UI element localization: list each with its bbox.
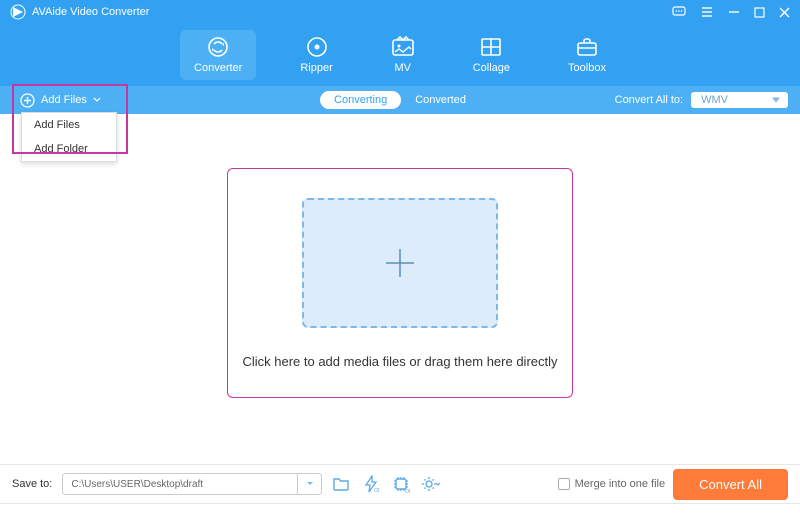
maximize-icon[interactable] — [754, 7, 765, 18]
add-files-dropdown: Add Files Add Folder — [21, 112, 117, 162]
svg-text:ON: ON — [374, 488, 379, 493]
converter-icon — [206, 36, 230, 58]
sub-bar: Add Files Converting Converted Convert A… — [0, 86, 800, 114]
nav-toolbox[interactable]: Toolbox — [554, 30, 620, 80]
title-bar: AVAide Video Converter — [0, 0, 800, 24]
add-files-label: Add Files — [41, 94, 87, 106]
nav-converter[interactable]: Converter — [180, 30, 256, 80]
tab-converting[interactable]: Converting — [320, 91, 401, 109]
menu-icon[interactable] — [700, 6, 714, 18]
gpu-icon[interactable]: ON — [390, 473, 412, 495]
drop-zone[interactable]: Click here to add media files or drag th… — [227, 168, 573, 398]
tabs: Converting Converted — [320, 91, 480, 109]
mv-icon — [391, 36, 415, 58]
format-select[interactable]: WMV — [691, 92, 788, 108]
plus-circle-icon — [20, 93, 35, 108]
nav-converter-label: Converter — [194, 62, 242, 74]
tab-converted[interactable]: Converted — [401, 91, 480, 109]
save-path-box[interactable]: C:\Users\USER\Desktop\draft — [62, 473, 322, 495]
nav-mv-label: MV — [394, 62, 411, 74]
plus-icon — [380, 243, 420, 283]
chevron-down-icon — [93, 97, 101, 103]
nav-ripper[interactable]: Ripper — [286, 30, 346, 80]
ripper-icon — [305, 36, 329, 58]
dropdown-add-folder[interactable]: Add Folder — [22, 137, 116, 161]
svg-text:ON: ON — [405, 489, 410, 493]
open-folder-icon[interactable] — [330, 473, 352, 495]
feedback-icon[interactable] — [672, 6, 686, 18]
drop-zone-inner — [302, 198, 498, 328]
minimize-icon[interactable] — [728, 6, 740, 18]
nav-bar: Converter Ripper MV Collage Toolbox — [0, 24, 800, 86]
drop-instruction: Click here to add media files or drag th… — [242, 354, 557, 369]
speed-icon[interactable]: ON — [360, 473, 382, 495]
save-to-label: Save to: — [12, 478, 52, 490]
save-path-text: C:\Users\USER\Desktop\draft — [63, 479, 297, 490]
close-icon[interactable] — [779, 7, 790, 18]
nav-toolbox-label: Toolbox — [568, 62, 606, 74]
bottom-bar: Save to: C:\Users\USER\Desktop\draft ON … — [0, 464, 800, 504]
app-logo-icon — [10, 4, 26, 20]
convert-all-to: Convert All to: WMV — [615, 92, 788, 108]
app-title: AVAide Video Converter — [32, 6, 149, 18]
window-controls — [672, 6, 790, 18]
convert-all-button[interactable]: Convert All — [673, 469, 788, 500]
path-dropdown-icon[interactable] — [297, 474, 321, 494]
settings-icon[interactable] — [420, 473, 442, 495]
merge-checkbox[interactable]: Merge into one file — [558, 478, 666, 490]
nav-ripper-label: Ripper — [300, 62, 332, 74]
collage-icon — [480, 36, 502, 58]
nav-collage[interactable]: Collage — [459, 30, 524, 80]
nav-mv[interactable]: MV — [377, 30, 429, 80]
title-left: AVAide Video Converter — [10, 4, 149, 20]
main-area: Click here to add media files or drag th… — [0, 114, 800, 448]
toolbox-icon — [575, 36, 599, 58]
nav-collage-label: Collage — [473, 62, 510, 74]
sub-left: Add Files — [12, 89, 109, 112]
add-files-button[interactable]: Add Files — [12, 89, 109, 112]
convert-all-label: Convert All to: — [615, 94, 683, 106]
merge-label: Merge into one file — [575, 478, 666, 490]
checkbox-icon — [558, 478, 570, 490]
dropdown-add-files[interactable]: Add Files — [22, 113, 116, 137]
